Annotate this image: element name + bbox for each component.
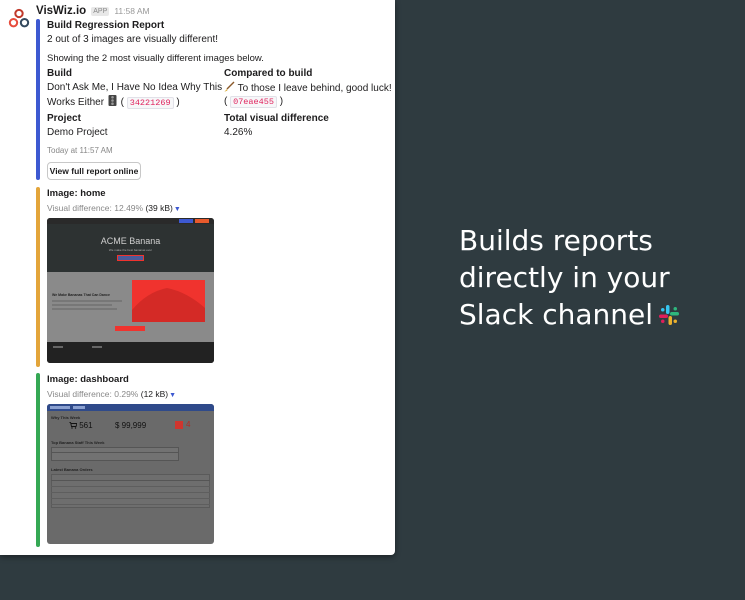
dash-stat3: 4: [186, 420, 191, 429]
slack-message-panel: VisWiz.io APP 11:58 AM Build Regression …: [0, 0, 395, 555]
viswiz-logo-icon: [8, 8, 30, 28]
image-home-title: Image: home: [47, 188, 106, 199]
broom-icon: [224, 81, 235, 92]
build-hash[interactable]: 34221269: [126, 97, 174, 109]
dashboard-attachment-bar: [36, 373, 40, 547]
dash-section1: Why This Week: [51, 415, 81, 420]
build-name-line2-row: Works Either ( 34221269 ): [47, 95, 180, 109]
visual-diff-label: Total visual difference: [224, 113, 329, 124]
chevron-down-icon[interactable]: ▼: [169, 392, 176, 399]
dash-stat1: 561: [79, 421, 93, 430]
image-dashboard-diff-row: Visual difference: 0.29% (12 kB)▼: [47, 387, 176, 403]
build-label: Build: [47, 68, 72, 79]
compared-hash-row: ( 07eae455 ): [224, 96, 284, 108]
dash-section3: Latest Banana Orders: [51, 467, 93, 472]
promo-headline: Builds reports directly in your Slack ch…: [459, 222, 681, 333]
home-section-title: We Make Bananas That Can Dance: [52, 293, 110, 297]
image-dashboard-diff: Visual difference: 0.29%: [47, 389, 139, 399]
vertical-traffic-light-icon: [108, 95, 117, 106]
app-badge: APP: [91, 7, 110, 16]
home-hero-title: ACME Banana: [100, 236, 161, 246]
chevron-down-icon[interactable]: ▼: [174, 206, 181, 213]
image-home-size[interactable]: (39 kB): [145, 203, 172, 213]
dash-section2: Top Banana Staff This Week: [51, 440, 105, 445]
report-showing: Showing the 2 most visually different im…: [47, 53, 264, 64]
dash-stat1-row: 561: [69, 421, 93, 430]
promo-line3: Slack channel: [459, 298, 654, 331]
compared-name: To those I leave behind, good luck!: [237, 83, 392, 94]
slack-logo-icon: [659, 305, 680, 325]
project-label: Project: [47, 113, 81, 124]
message-time[interactable]: 11:58 AM: [114, 6, 149, 16]
sender-name[interactable]: VisWiz.io: [36, 5, 86, 17]
compared-label: Compared to build: [224, 68, 313, 79]
report-title: Build Regression Report: [47, 20, 165, 31]
image-home-diff-row: Visual difference: 12.49% (39 kB)▼: [47, 201, 181, 217]
compared-name-row: To those I leave behind, good luck!: [224, 81, 392, 96]
home-attachment-bar: [36, 187, 40, 367]
image-home-preview[interactable]: ACME Banana We make the best bananas eve…: [47, 218, 214, 363]
view-full-report-button[interactable]: View full report online: [47, 162, 141, 180]
build-name-line1: Don't Ask Me, I Have No Idea Why This: [47, 82, 223, 93]
project-value: Demo Project: [47, 127, 108, 138]
image-dashboard-title: Image: dashboard: [47, 374, 129, 385]
dash-stat2: $ 99,999: [115, 421, 147, 430]
cart-icon: [69, 421, 78, 429]
home-diff-highlight: [132, 280, 205, 322]
image-home-diff: Visual difference: 12.49%: [47, 203, 144, 213]
home-hero-subtitle: We make the best bananas ever: [108, 248, 153, 252]
image-dashboard-size[interactable]: (12 kB): [141, 389, 168, 399]
promo-line3-row: Slack channel: [459, 296, 681, 333]
report-attachment-bar: [36, 19, 40, 180]
promo-line1: Builds reports: [459, 224, 653, 257]
promo-line2: directly in your: [459, 261, 670, 294]
message-header: VisWiz.io APP 11:58 AM: [36, 5, 150, 17]
image-dashboard-preview[interactable]: Why This Week 561 $ 99,999 4 Top Banana …: [47, 404, 214, 544]
compared-hash[interactable]: 07eae455: [230, 96, 277, 108]
build-name-line2: Works Either: [47, 97, 105, 108]
report-summary: 2 out of 3 images are visually different…: [47, 34, 219, 45]
visual-diff-value: 4.26%: [224, 127, 253, 138]
report-footer-time: Today at 11:57 AM: [47, 146, 113, 155]
